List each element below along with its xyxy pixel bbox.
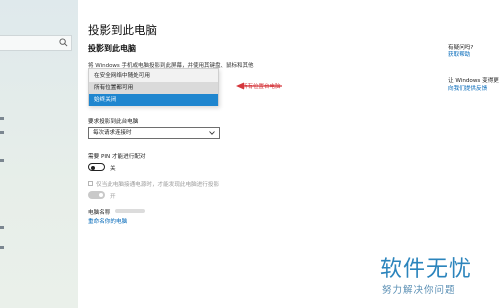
- chevron-down-icon: [209, 131, 215, 135]
- annotation-label: 所有位置台电脑: [242, 84, 281, 90]
- pin-label: 需要 PIN 才能进行配对: [88, 154, 146, 160]
- search-input[interactable]: [0, 35, 72, 51]
- rename-pc-link[interactable]: 重命名你的电脑: [88, 217, 127, 225]
- request-select[interactable]: 每次请求连接时: [88, 127, 220, 139]
- pin-toggle[interactable]: [88, 163, 105, 171]
- section-title: 投影到此电脑: [88, 44, 136, 53]
- dropdown-option-always-off[interactable]: 始终关闭: [89, 94, 218, 106]
- toggle-knob: [99, 193, 103, 197]
- sidebar-item-marker[interactable]: [0, 131, 4, 134]
- power-checkbox[interactable]: [88, 181, 93, 186]
- improve-heading: 让 Windows 变得更: [448, 78, 499, 84]
- request-label: 要求投影到此台电脑: [88, 119, 139, 125]
- sidebar-item-marker[interactable]: [0, 246, 4, 249]
- watermark-title: 软件无忧: [380, 257, 473, 282]
- pc-name-label: 电脑名称: [88, 210, 111, 216]
- sidebar-item-marker[interactable]: [0, 159, 4, 162]
- toggle-knob: [91, 165, 95, 170]
- page-title: 投影到此电脑: [88, 23, 157, 37]
- power-checkbox-label: 仅当此电脑接通电源时，才能发现此电脑进行投影: [96, 182, 220, 188]
- sidebar-item-marker[interactable]: [0, 226, 4, 229]
- dropdown-option-secure-network[interactable]: 在安全网络中随处可用: [89, 70, 218, 82]
- pin-toggle-state: 关: [110, 166, 116, 172]
- pc-name-value: [115, 209, 145, 213]
- dropdown-option-everywhere[interactable]: 所有位置都可用: [89, 82, 218, 94]
- request-select-value: 每次请求连接时: [93, 130, 132, 136]
- discover-toggle[interactable]: [88, 191, 105, 199]
- watermark-subtitle: 努力解决你问题: [382, 285, 456, 296]
- settings-sidebar: [0, 0, 78, 308]
- discover-toggle-state: 开: [110, 194, 116, 200]
- get-help-link[interactable]: 获取帮助: [448, 50, 470, 58]
- sidebar-item-marker[interactable]: [0, 117, 4, 120]
- availability-dropdown[interactable]: 在安全网络中随处可用 所有位置都可用 始终关闭: [88, 68, 219, 106]
- feedback-link[interactable]: 向我们提供反馈: [448, 84, 487, 92]
- search-icon: [59, 38, 68, 47]
